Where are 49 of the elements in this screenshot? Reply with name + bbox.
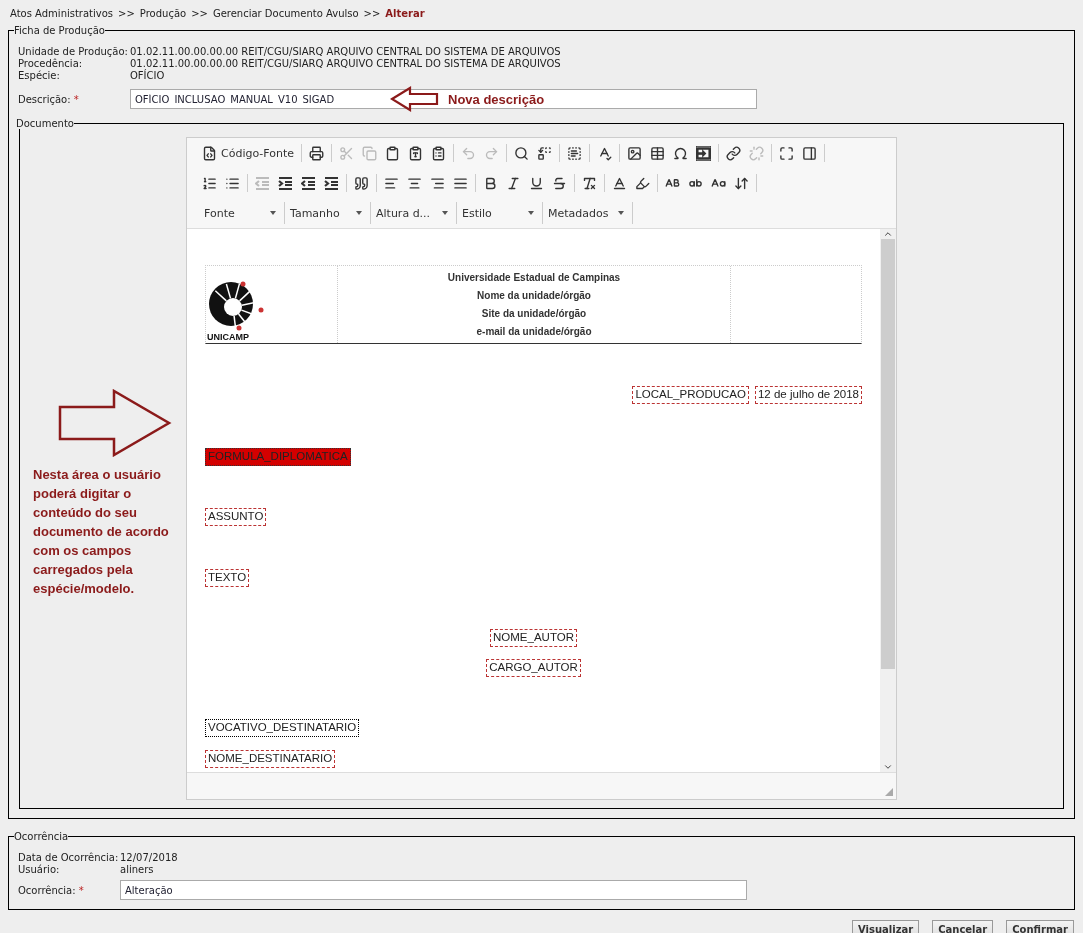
template-field[interactable]: NOME_DESTINATARIO [205,750,336,768]
breadcrumb-separator: >> [118,8,135,19]
field-value: OFÍCIO [130,70,166,82]
field-label: Ocorrência: * [18,884,85,896]
required-mark: * [73,93,79,105]
field-value: 01.02.11.00.00.00.00 REIT/CGU/SIARQ ARQUIVO CENTRAL DO SISTEMA DE ARQUIVOS [130,46,562,58]
field-label: Procedência: [18,58,84,70]
required-mark: * [78,884,84,896]
section-legend: Documento [16,118,74,129]
template-field[interactable]: TEXTO [205,569,250,587]
breadcrumb-separator: >> [363,8,381,19]
action-button[interactable]: Visualizar [852,920,920,933]
breadcrumb-current: Alterar [385,8,425,19]
letterhead-line: e-mail da unidade/órgão [476,326,592,338]
annotation-text: Nova descrição [448,91,545,107]
letterhead-line: Universidade Estadual de Campinas [447,271,621,283]
letterhead-line: Nome da unidade/órgão [477,289,591,301]
breadcrumb-separator: >> [191,8,208,19]
letterhead-line: Site da unidade/órgão [481,308,587,320]
annotation-text: Nesta área o usuário poderá digitar o conteúdo do seu documento de acordo com os campos carregados pela espécie/modelo. [33,466,170,598]
breadcrumb-link[interactable]: Produção [139,8,187,19]
field-label: Descrição: * [18,93,80,105]
section-legend: Ocorrência [14,831,69,842]
field-label: Espécie: [18,70,61,82]
toolbar-dropdown[interactable]: Tamanho [285,202,371,224]
field-value: aliners [120,864,155,876]
template-field[interactable]: LOCAL_PRODUCAO [632,386,749,404]
section-legend: Ficha de Produção [14,25,105,36]
logo-text: UNICAMP [207,332,250,342]
field-label: Data de Ocorrência: [18,852,120,864]
toolbar-dropdown[interactable]: Estilo [457,202,543,224]
field-label: Unidade de Produção: [18,46,129,58]
template-field[interactable]: CARGO_AUTOR [486,659,581,677]
template-field[interactable]: ASSUNTO [205,508,267,526]
breadcrumb-link[interactable]: Gerenciar Documento Avulso [212,8,359,19]
field-value: 01.02.11.00.00.00.00 REIT/CGU/SIARQ ARQUIVO CENTRAL DO SISTEMA DE ARQUIVOS [130,58,562,69]
toolbar-dropdown[interactable]: Altura d... [371,202,457,224]
breadcrumb-link[interactable]: Atos Administrativos [10,8,114,19]
field-value: 12/07/2018 [120,852,179,864]
template-field[interactable]: VOCATIVO_DESTINATARIO [205,719,360,737]
toolbar-dropdown[interactable]: Metadados [543,202,633,224]
action-button[interactable]: Confirmar [1006,920,1074,933]
occurrence-field[interactable]: Alteração [120,880,747,900]
source-code-button[interactable]: Código-Fonte [199,142,298,164]
action-button[interactable]: Cancelar [932,920,994,933]
template-field[interactable]: 12 de julho de 2018 [754,386,862,404]
field-label: Usuário: [18,864,61,876]
template-field[interactable]: NOME_AUTOR [490,629,577,647]
toolbar-dropdown[interactable]: Fonte [199,202,285,224]
